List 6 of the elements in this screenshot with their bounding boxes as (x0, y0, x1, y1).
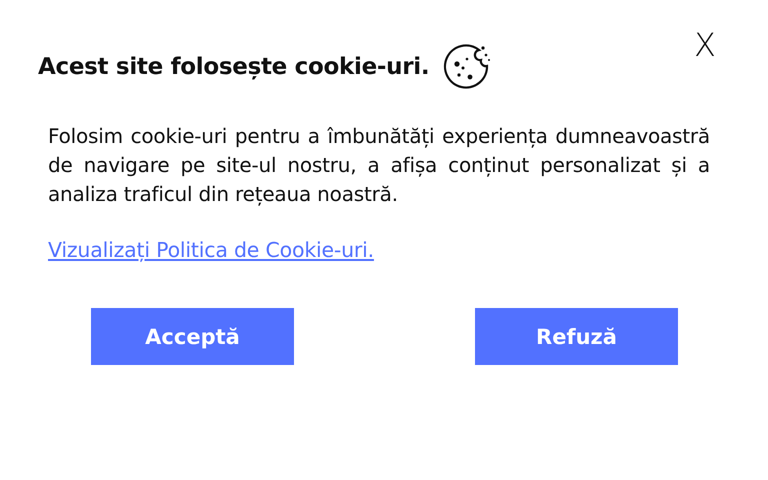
policy-link[interactable]: Vizualizați Politica de Cookie-uri. (48, 238, 374, 262)
decline-button[interactable]: Refuză (475, 308, 678, 365)
accept-button[interactable]: Acceptă (91, 308, 294, 365)
close-button[interactable]: X (694, 26, 716, 64)
dialog-title: Acest site folosește cookie-uri. (38, 54, 430, 80)
cookie-message: Folosim cookie-uri pentru a îmbunătăți experiența dumneavoastră de navigare pe site-ul nostru, a afișa conținut personalizat și a analiza traficul din rețeaua noastră. (48, 123, 710, 208)
